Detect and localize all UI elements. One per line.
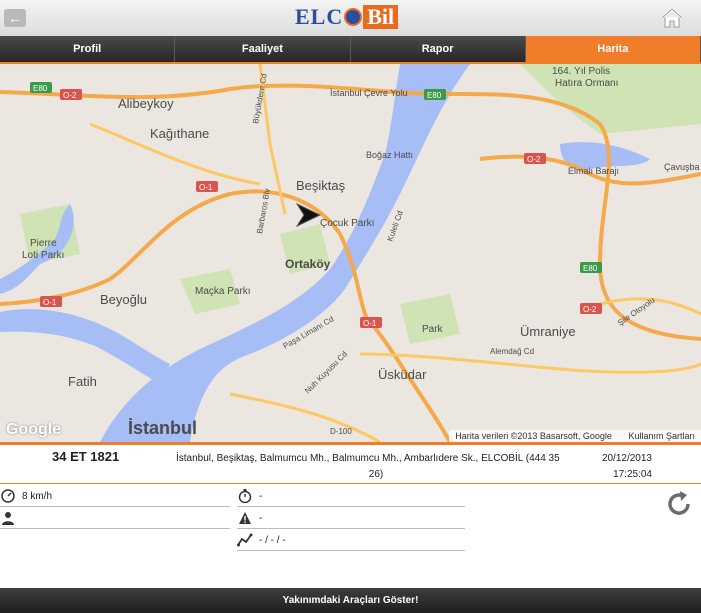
tab-harita[interactable]: Harita <box>525 36 701 62</box>
map-label-cavusbasi: Çavuşba <box>664 162 700 172</box>
back-button[interactable]: ← <box>4 9 26 27</box>
duration-value: - <box>259 490 263 502</box>
map-label-umraniye: Ümraniye <box>520 324 576 339</box>
tab-faaliyet[interactable]: Faaliyet <box>175 36 351 62</box>
trip-value: - / - / - <box>259 534 286 546</box>
duration-row: - <box>237 486 465 507</box>
vehicle-details: 8 km/h - - - / - / - <box>0 484 701 584</box>
map-label-hatira: Hatıra Ormanı <box>555 78 618 89</box>
vehicle-plate: 34 ET 1821 <box>52 449 120 464</box>
trip-row: - / - / - <box>237 530 465 551</box>
map-label-besiktas: Beşiktaş <box>296 178 346 193</box>
google-logo: Google <box>6 421 62 438</box>
home-button[interactable] <box>659 6 685 30</box>
terms-link[interactable]: Kullanım Şartları <box>628 431 695 441</box>
map-label-alibeykoy: Alibeykoy <box>118 96 174 111</box>
alarm-row: - <box>237 508 465 529</box>
map-label-bogaz-hatti: Boğaz Hattı <box>366 150 413 160</box>
map-label-alemdag: Alemdağ Cd <box>490 347 534 356</box>
vehicle-info-row: 34 ET 1821 İstanbul, Beşiktaş, Balmumcu … <box>0 445 701 484</box>
map-canvas[interactable]: Alibeykoy Kağıthane Beşiktaş Çocuk Parkı… <box>0 64 701 442</box>
vehicle-datetime: 20/12/2013 17:25:04 <box>600 451 652 483</box>
person-icon <box>0 510 16 526</box>
shield-o1-text: O-1 <box>43 298 57 307</box>
shield-o2-text: O-2 <box>63 91 77 100</box>
vehicle-address: İstanbul, Beşiktaş, Balmumcu Mh., Balmum… <box>176 451 576 483</box>
arrow-left-icon: ← <box>8 10 22 26</box>
header-bar: ← ELC Bil <box>0 0 701 37</box>
route-icon <box>237 532 253 548</box>
logo-globe-icon <box>344 8 363 26</box>
map-label-elmali: Elmalı Barajı <box>568 166 619 176</box>
app-logo: ELC Bil <box>295 4 399 30</box>
map-label-fatih: Fatih <box>68 374 97 389</box>
speed-row: 8 km/h <box>0 486 230 507</box>
vehicle-date: 20/12/2013 <box>601 453 652 464</box>
home-icon <box>660 6 684 28</box>
shield-o2-text: O-2 <box>527 155 541 164</box>
map-label-polis: 164. Yıl Polis <box>552 66 610 77</box>
warning-icon <box>237 510 253 526</box>
nearby-vehicles-button[interactable]: Yakınımdaki Araçları Göster! <box>0 588 701 613</box>
map-label-cocuk-parki: Çocuk Parkı <box>320 218 374 229</box>
stopwatch-icon <box>237 488 253 504</box>
shield-e80-text: E80 <box>427 91 442 100</box>
speed-value: 8 km/h <box>22 490 53 502</box>
shield-e80-text: E80 <box>583 264 598 273</box>
logo-bil-text: Bil <box>363 5 399 29</box>
refresh-icon <box>668 491 690 515</box>
map-label-macka: Maçka Parkı <box>195 286 251 297</box>
map-label-d100: D-100 <box>330 427 352 436</box>
map-label-park: Park <box>422 324 444 335</box>
alarm-value: - <box>259 512 263 524</box>
vehicle-time: 17:25:04 <box>613 469 652 480</box>
address-line-2: 26) <box>368 469 384 480</box>
map-label-loti: Loti Parkı <box>22 250 64 261</box>
tab-rapor[interactable]: Rapor <box>350 36 526 62</box>
address-line-1: İstanbul, Beşiktaş, Balmumcu Mh., Balmum… <box>176 453 560 464</box>
map-attribution: Harita verileri ©2013 Basarsoft, Google … <box>449 430 701 442</box>
shield-o2-text: O-2 <box>583 305 597 314</box>
map-label-istanbul: İstanbul <box>128 418 197 438</box>
refresh-button[interactable] <box>664 489 694 519</box>
map-label-cevre-yolu: İstanbul Çevre Yolu <box>330 88 408 98</box>
map-label-uskudar: Üsküdar <box>378 367 427 382</box>
map-label-kagithane: Kağıthane <box>150 126 209 141</box>
shield-o1-text: O-1 <box>199 183 213 192</box>
tab-bar: Profil Faaliyet Rapor Harita <box>0 36 701 64</box>
map-label-ortakoy: Ortaköy <box>285 257 331 271</box>
shield-e80-text: E80 <box>33 84 48 93</box>
attribution-text: Harita verileri ©2013 Basarsoft, Google <box>455 431 612 441</box>
map-view[interactable]: Alibeykoy Kağıthane Beşiktaş Çocuk Parkı… <box>0 64 701 442</box>
logo-elc-text: ELC <box>295 4 344 29</box>
map-label-beyoglu: Beyoğlu <box>100 292 147 307</box>
map-label-pierre: Pierre <box>30 238 57 249</box>
driver-row <box>0 508 230 529</box>
speedometer-icon <box>0 488 16 504</box>
tab-profil[interactable]: Profil <box>0 36 176 62</box>
shield-o1-text: O-1 <box>363 319 377 328</box>
